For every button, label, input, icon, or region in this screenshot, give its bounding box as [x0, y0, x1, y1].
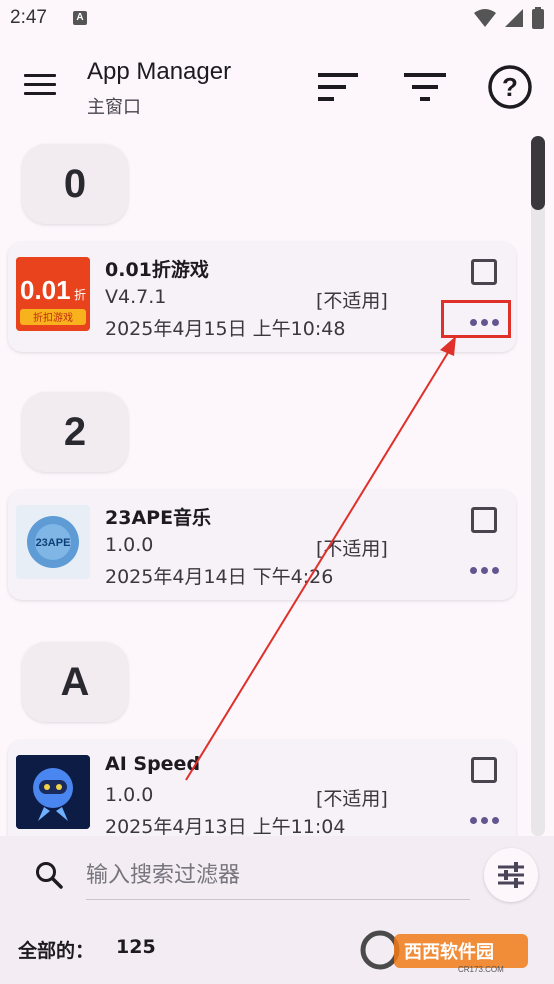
icon-text-top: 0.01: [20, 275, 71, 305]
app-subtitle: 主窗口: [87, 97, 141, 118]
signal-icon: [505, 9, 523, 27]
robot-icon: [16, 755, 90, 829]
app-title: App Manager: [87, 58, 232, 85]
battery-icon: [532, 7, 544, 29]
icon-text-small: 折: [74, 287, 86, 302]
app-version: 1.0.0: [105, 534, 154, 556]
select-checkbox[interactable]: [471, 757, 497, 783]
filter-icon[interactable]: [403, 70, 447, 106]
select-checkbox[interactable]: [471, 259, 497, 285]
sort-icon[interactable]: [317, 70, 361, 106]
search-input[interactable]: [86, 852, 470, 900]
select-checkbox[interactable]: [471, 507, 497, 533]
app-bar: App Manager 主窗口 ?: [0, 48, 554, 128]
app-version: V4.7.1: [105, 286, 167, 308]
total-label: 全部的：: [18, 940, 95, 962]
tune-button[interactable]: [484, 848, 538, 902]
app-card[interactable]: AI Speed 1.0.0 [不适用] 2025年4月13日 上午11:04: [8, 740, 516, 836]
music-globe-icon: 23APE: [16, 505, 90, 579]
section-header-a: A: [22, 642, 128, 722]
section-header-2: 2: [22, 392, 128, 472]
svg-text:CR173.COM: CR173.COM: [458, 965, 504, 974]
app-status: [不适用]: [316, 788, 388, 810]
svg-text:西西软件园: 西西软件园: [404, 941, 494, 963]
section-header-0: 0: [22, 144, 128, 224]
more-options-icon[interactable]: [466, 808, 502, 832]
game-discount-icon: 0.01 折 折扣游戏: [16, 257, 90, 331]
more-options-icon[interactable]: [466, 558, 502, 582]
icon-text-bottom: 折扣游戏: [33, 311, 73, 324]
app-card[interactable]: 0.01 折 折扣游戏 0.01折游戏 V4.7.1 [不适用] 2025年4月…: [8, 242, 516, 352]
watermark-logo: 西西软件园 CR173.COM: [360, 930, 528, 974]
status-bar: 2:47 A: [0, 0, 554, 40]
app-name: 23APE音乐: [105, 507, 212, 529]
more-options-icon[interactable]: [466, 310, 502, 334]
wifi-icon: [474, 9, 496, 27]
status-time: 2:47: [10, 7, 47, 28]
app-version: 1.0.0: [105, 784, 154, 806]
app-date: 2025年4月13日 上午11:04: [105, 816, 346, 836]
app-date: 2025年4月14日 下午4:26: [105, 566, 334, 588]
tune-icon: [498, 862, 524, 888]
scrollbar[interactable]: [531, 136, 545, 836]
help-icon[interactable]: ?: [487, 64, 533, 110]
status-icons: [474, 7, 544, 29]
scrollbar-thumb[interactable]: [531, 136, 545, 210]
app-card[interactable]: 23APE 23APE音乐 1.0.0 [不适用] 2025年4月14日 下午4…: [8, 490, 516, 600]
app-name: AI Speed: [105, 753, 201, 775]
app-status: [不适用]: [316, 290, 388, 312]
app-list: 0 0.01 折 折扣游戏 0.01折游戏 V4.7.1 [不适用] 2025年…: [0, 136, 554, 836]
app-name: 0.01折游戏: [105, 259, 209, 281]
search-icon: [36, 862, 63, 889]
app-status: [不适用]: [316, 538, 388, 560]
app-date: 2025年4月15日 上午10:48: [105, 318, 346, 340]
notification-a-icon: A: [73, 11, 87, 25]
menu-icon[interactable]: [24, 74, 56, 98]
svg-text:?: ?: [502, 72, 518, 102]
total-value: 125: [116, 936, 156, 958]
icon-text-top: 23APE: [36, 537, 71, 549]
